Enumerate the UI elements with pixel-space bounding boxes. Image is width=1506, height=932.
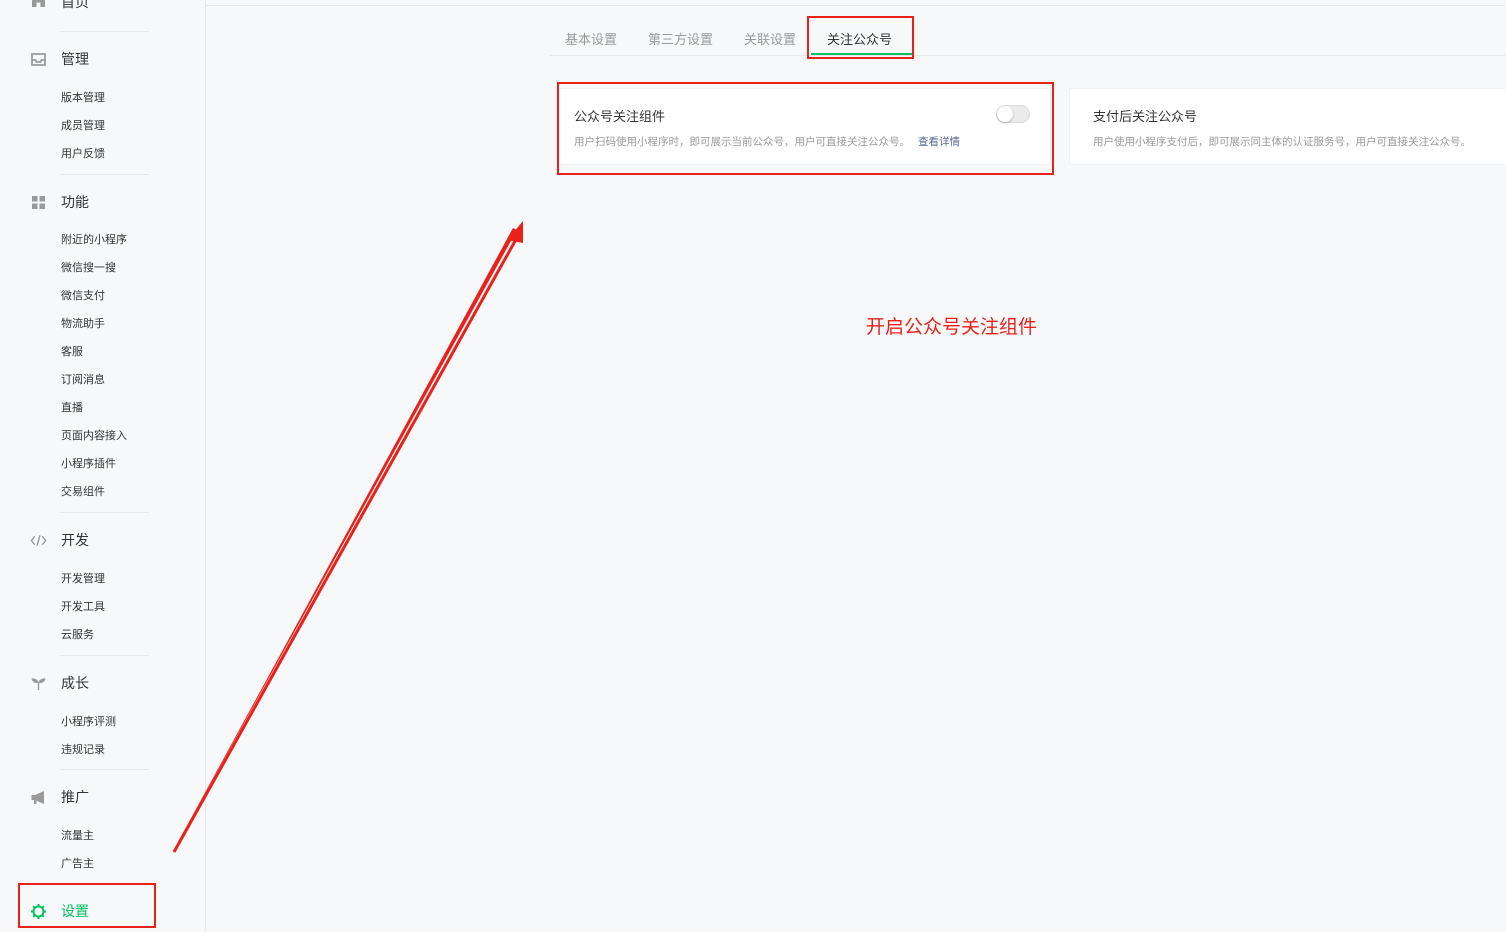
card-title: 支付后关注公众号	[1093, 110, 1198, 125]
sidebar-item-members[interactable]: 成员管理	[61, 118, 105, 134]
sidebar: 首页 管理 版本管理 成员管理 用户反馈 功能 附近的小程序 微信搜一搜 微信支…	[0, 0, 206, 932]
sidebar-group-promotion[interactable]: 推广	[30, 786, 89, 808]
tab-bar: 基本设置 第三方设置 关联设置 关注公众号	[550, 17, 1506, 56]
megaphone-icon	[30, 789, 47, 806]
sidebar-item-trade-component[interactable]: 交易组件	[61, 484, 105, 500]
divider	[60, 769, 149, 770]
code-icon	[30, 532, 47, 549]
sidebar-group-dev[interactable]: 开发	[30, 529, 89, 551]
inbox-icon	[30, 51, 47, 68]
sidebar-item-dev-manage[interactable]: 开发管理	[61, 571, 105, 587]
sidebar-item-plugin[interactable]: 小程序插件	[61, 456, 116, 472]
sidebar-item-nearby[interactable]: 附近的小程序	[61, 232, 127, 248]
tab-third-party[interactable]: 第三方设置	[648, 29, 713, 48]
divider	[60, 174, 149, 175]
sidebar-group-label: 成长	[61, 676, 89, 692]
sidebar-group-label: 开发	[61, 533, 89, 549]
sidebar-group-label: 管理	[61, 52, 89, 68]
sidebar-item-cloud[interactable]: 云服务	[61, 627, 94, 643]
sidebar-item-pay[interactable]: 微信支付	[61, 288, 105, 304]
sidebar-item-label: 首页	[61, 0, 89, 11]
tab-association[interactable]: 关联设置	[744, 29, 796, 48]
highlight-box-settings	[18, 883, 156, 928]
annotation-text: 开启公众号关注组件	[866, 316, 1038, 338]
grid-icon	[30, 194, 47, 211]
tab-basic[interactable]: 基本设置	[565, 29, 617, 48]
sidebar-group-label: 功能	[61, 195, 89, 211]
sidebar-item-evaluation[interactable]: 小程序评测	[61, 714, 116, 730]
sidebar-group-manage[interactable]: 管理	[30, 48, 89, 70]
divider	[60, 31, 149, 32]
sidebar-group-label: 推广	[61, 790, 89, 806]
sidebar-item-traffic-owner[interactable]: 流量主	[61, 828, 94, 844]
card-follow-after-payment: 支付后关注公众号 用户使用小程序支付后，即可展示同主体的认证服务号，用户可直接关…	[1069, 88, 1506, 165]
sidebar-item-dev-tools[interactable]: 开发工具	[61, 599, 105, 615]
sidebar-item-advertiser[interactable]: 广告主	[61, 856, 94, 872]
sidebar-group-growth[interactable]: 成长	[30, 672, 89, 694]
home-icon	[30, 0, 47, 13]
sidebar-item-logistics[interactable]: 物流助手	[61, 316, 105, 332]
sidebar-item-search[interactable]: 微信搜一搜	[61, 260, 116, 276]
sidebar-item-page-content[interactable]: 页面内容接入	[61, 428, 127, 444]
sidebar-item-version[interactable]: 版本管理	[61, 90, 105, 106]
sidebar-item-subscribe-msg[interactable]: 订阅消息	[61, 372, 105, 388]
sidebar-item-live[interactable]: 直播	[61, 400, 83, 416]
highlight-box-card	[557, 82, 1054, 175]
sidebar-item-home[interactable]: 首页	[30, 0, 89, 12]
sprout-icon	[30, 675, 47, 692]
sidebar-group-features[interactable]: 功能	[30, 191, 89, 213]
divider	[60, 512, 149, 513]
header-divider	[206, 5, 1506, 6]
sidebar-item-customer-service[interactable]: 客服	[61, 344, 83, 360]
sidebar-item-violations[interactable]: 违规记录	[61, 742, 105, 758]
highlight-box-tab	[807, 16, 914, 59]
sidebar-item-feedback[interactable]: 用户反馈	[61, 146, 105, 162]
divider	[60, 655, 149, 656]
card-description: 用户使用小程序支付后，即可展示同主体的认证服务号，用户可直接关注公众号。	[1093, 136, 1471, 148]
